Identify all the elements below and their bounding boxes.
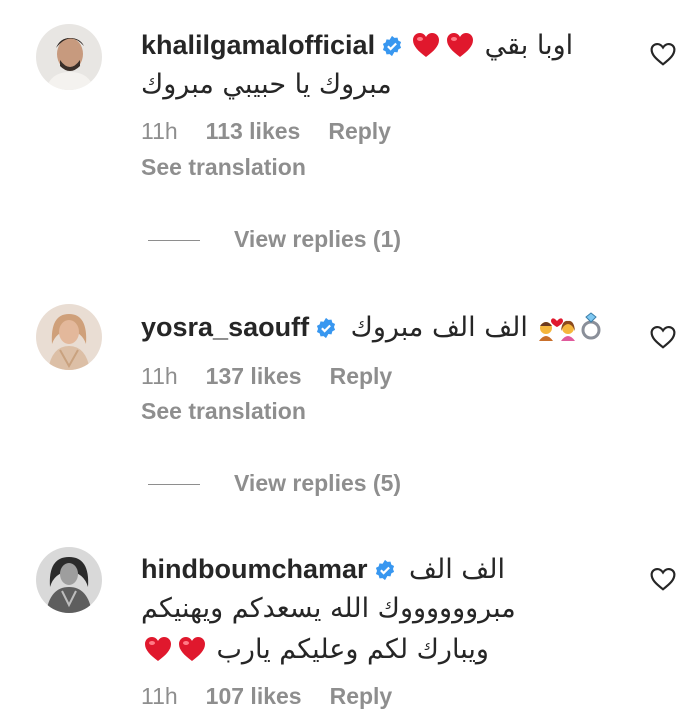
likes-count[interactable]: 113 likes [206, 118, 301, 144]
comment-meta: 11h 137 likes Reply [141, 363, 420, 390]
comment-text: الف الف [409, 554, 505, 585]
heart-outline-icon[interactable] [650, 567, 676, 591]
username[interactable]: yosra_saouff [141, 312, 309, 342]
red-heart-emoji-icon [144, 636, 172, 662]
red-heart-emoji-icon [446, 32, 474, 58]
comment-text-line: مبرووووووك الله يسعدكم ويهنيكم [141, 593, 516, 624]
avatar[interactable] [36, 24, 102, 90]
comment-time: 11h [141, 683, 178, 709]
red-heart-emoji-icon [178, 636, 206, 662]
view-replies-label: View replies (1) [234, 226, 402, 252]
replies-divider [148, 484, 200, 486]
avatar[interactable] [36, 304, 102, 370]
comment-text: الف الف مبروك [350, 312, 528, 343]
likes-count[interactable]: 137 likes [206, 363, 302, 389]
username[interactable]: khalilgamalofficial [141, 30, 375, 60]
verified-badge-icon [381, 35, 403, 57]
likes-count[interactable]: 107 likes [206, 683, 302, 709]
comment-line: yosra_saouff الف الف مبروك [141, 310, 630, 349]
avatar[interactable] [36, 547, 102, 613]
ring-emoji-icon [579, 311, 603, 349]
reply-button[interactable]: Reply [330, 683, 393, 709]
comment-line: hindboumchamar الف الف [141, 552, 630, 587]
reply-button[interactable]: Reply [330, 363, 393, 389]
replies-divider [148, 240, 200, 242]
see-translation-link[interactable]: See translation [141, 154, 306, 181]
heart-outline-icon[interactable] [650, 325, 676, 349]
view-replies-label: View replies (5) [234, 470, 402, 496]
comment-line: khalilgamalofficial اوبا بقي [141, 28, 630, 63]
view-replies-button[interactable]: View replies (1) [148, 226, 401, 253]
comment-meta: 11h 107 likes Reply [141, 683, 420, 710]
reply-button[interactable]: Reply [328, 118, 391, 144]
comment-text-line: ويبارك لكم وعليكم يارب [141, 632, 630, 667]
see-translation-link[interactable]: See translation [141, 398, 306, 425]
heart-outline-icon[interactable] [650, 42, 676, 66]
comment-text: اوبا بقي [484, 30, 574, 61]
verified-badge-icon [315, 317, 337, 339]
verified-badge-icon [374, 559, 396, 581]
comment-text-line: مبروك يا حبيبي مبروك [141, 69, 392, 100]
comment-text: ويبارك لكم وعليكم يارب [216, 634, 489, 665]
comment-time: 11h [141, 363, 178, 389]
comment-meta: 11h 113 likes Reply [141, 118, 419, 145]
comment-time: 11h [141, 118, 178, 144]
view-replies-button[interactable]: View replies (5) [148, 470, 401, 497]
red-heart-emoji-icon [412, 32, 440, 58]
username[interactable]: hindboumchamar [141, 554, 368, 584]
couple-with-heart-emoji-icon [535, 311, 579, 349]
